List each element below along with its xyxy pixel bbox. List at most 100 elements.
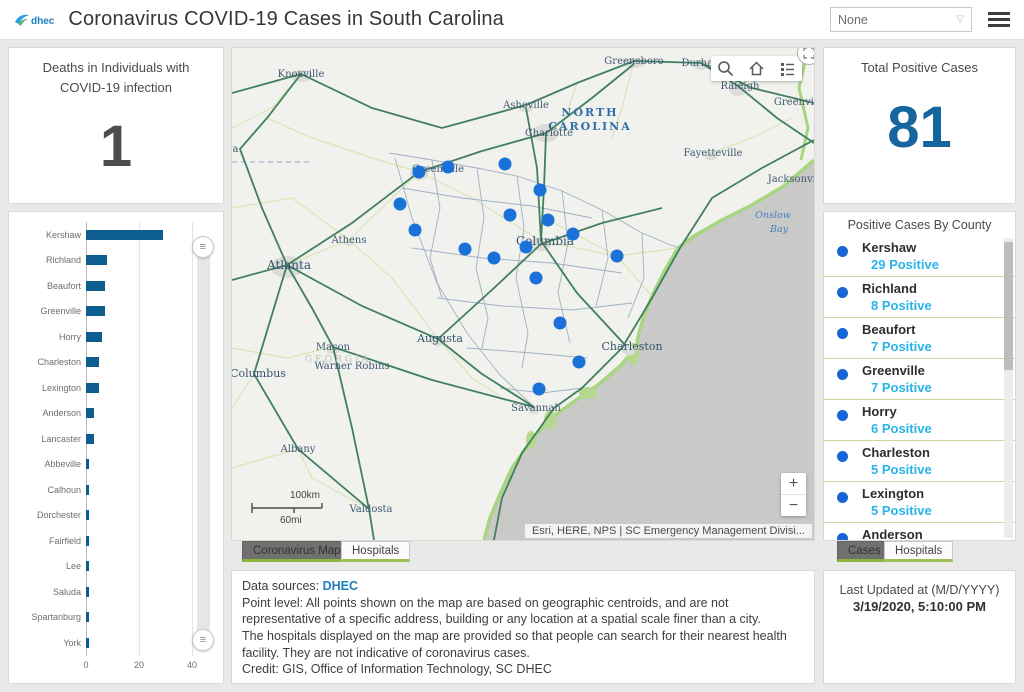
case-point[interactable] (554, 317, 567, 330)
list-item[interactable]: Horry6 Positive (824, 400, 1015, 441)
last-updated-label: Last Updated at (M/D/YYYY) (824, 583, 1015, 597)
chart-bar-row[interactable]: York (13, 630, 219, 656)
county-positive-count: 5 Positive (862, 462, 1015, 477)
tab-coronavirus-map[interactable]: Coronavirus Map (242, 541, 352, 562)
map-canvas[interactable]: 100km 60mi KnoxvilleChattanoogaAsheville… (232, 48, 814, 540)
map-label: GEORGIA (305, 355, 371, 365)
map-label: Charleston (601, 340, 662, 353)
chart-bar-row[interactable]: Horry (13, 324, 219, 350)
map-label: Raleigh (721, 81, 760, 92)
chart-category-label: Calhoun (13, 485, 86, 495)
case-point[interactable] (520, 241, 533, 254)
chart-bar[interactable] (86, 561, 89, 571)
case-point[interactable] (413, 166, 426, 179)
dhec-link[interactable]: DHEC (323, 579, 358, 593)
case-point[interactable] (573, 356, 586, 369)
list-item[interactable]: Charleston 5 Positive (824, 441, 1015, 482)
chart-bar[interactable] (86, 536, 89, 546)
chart-bar[interactable] (86, 587, 89, 597)
tab-hospitals-list[interactable]: Hospitals (884, 541, 953, 562)
case-point[interactable] (611, 250, 624, 263)
chart-bar-row[interactable]: Lee (13, 554, 219, 580)
case-point[interactable] (530, 272, 543, 285)
tab-hospitals-map[interactable]: Hospitals (341, 541, 410, 562)
chart-bar[interactable] (86, 230, 163, 240)
chart-bar-row[interactable]: Lexington (13, 375, 219, 401)
chart-scrollbar[interactable]: ≡ ≡ (197, 238, 210, 649)
chart-slider-handle-top[interactable]: ≡ (192, 236, 214, 258)
list-item[interactable]: Richland8 Positive (824, 277, 1015, 318)
case-point[interactable] (533, 383, 546, 396)
chart-bar[interactable] (86, 434, 94, 444)
county-name: Lexington (862, 486, 1015, 501)
case-point[interactable] (394, 198, 407, 211)
map-label: Savannah (511, 403, 561, 414)
list-item[interactable]: Lexington5 Positive (824, 482, 1015, 523)
data-sources-text: Point level: All points shown on the map… (242, 595, 804, 628)
map-zoom-control: + − (781, 473, 806, 516)
chart-bar-row[interactable]: Richland (13, 248, 219, 274)
county-name: Charleston (862, 445, 1015, 460)
chart-bar[interactable] (86, 408, 94, 418)
category-selector[interactable]: None ▽ (830, 7, 972, 32)
chart-bar-row[interactable]: Fairfield (13, 528, 219, 554)
county-dot-icon (837, 328, 848, 339)
case-point[interactable] (409, 224, 422, 237)
list-item[interactable]: Anderson3 Positive (824, 523, 1015, 540)
case-point[interactable] (499, 158, 512, 171)
search-icon[interactable] (717, 60, 734, 77)
chart-bar[interactable] (86, 510, 89, 520)
zoom-in-button[interactable]: + (781, 473, 806, 495)
home-icon[interactable] (748, 60, 765, 77)
case-point[interactable] (488, 252, 501, 265)
case-point[interactable] (534, 184, 547, 197)
chart-bar[interactable] (86, 459, 89, 469)
chart-bar[interactable] (86, 255, 107, 265)
chart-bar-row[interactable]: Lancaster (13, 426, 219, 452)
legend-icon[interactable] (779, 60, 796, 77)
case-point[interactable] (459, 243, 472, 256)
county-list: Kershaw29 PositiveRichland8 PositiveBeau… (824, 236, 1015, 540)
chart-bar[interactable] (86, 383, 99, 393)
map-label: Bay (769, 224, 789, 235)
hamburger-menu-button[interactable] (988, 9, 1010, 31)
list-item[interactable]: Greenville7 Positive (824, 359, 1015, 400)
chart-category-label: Spartanburg (13, 612, 86, 622)
zoom-out-button[interactable]: − (781, 495, 806, 516)
chart-bar-row[interactable]: Saluda (13, 579, 219, 605)
chart-bar-row[interactable]: Dorchester (13, 503, 219, 529)
chart-bar-row[interactable]: Kershaw (13, 222, 219, 248)
list-item[interactable]: Beaufort7 Positive (824, 318, 1015, 359)
chart-bar-row[interactable]: Spartanburg (13, 605, 219, 631)
chart-bar[interactable] (86, 357, 99, 367)
map-label: Atlanta (266, 258, 311, 272)
chart-bar[interactable] (86, 638, 89, 648)
chart-bar-row[interactable]: Anderson (13, 401, 219, 427)
chart-bar[interactable] (86, 306, 105, 316)
case-point[interactable] (567, 228, 580, 241)
county-list-scrollbar[interactable] (1004, 238, 1013, 538)
chart-bar[interactable] (86, 281, 105, 291)
county-name: Kershaw (862, 240, 1015, 255)
map-label: Athens (331, 235, 367, 246)
case-point[interactable] (542, 214, 555, 227)
chart-category-label: Fairfield (13, 536, 86, 546)
chart-bar[interactable] (86, 612, 89, 622)
county-dot-icon (837, 369, 848, 380)
map-label: CAROLINA (548, 120, 631, 133)
chart-slider-handle-bottom[interactable]: ≡ (192, 629, 214, 651)
county-list-scrollbar-thumb[interactable] (1004, 242, 1013, 370)
county-name: Greenville (862, 363, 1015, 378)
chart-bar[interactable] (86, 485, 89, 495)
chart-bar-row[interactable]: Calhoun (13, 477, 219, 503)
chart-bar-row[interactable]: Beaufort (13, 273, 219, 299)
case-point[interactable] (504, 209, 517, 222)
data-sources-text: The hospitals displayed on the map are p… (242, 628, 804, 661)
chart-bar-row[interactable]: Charleston (13, 350, 219, 376)
case-point[interactable] (442, 161, 455, 174)
chart-category-label: Richland (13, 255, 86, 265)
list-item[interactable]: Kershaw29 Positive (824, 236, 1015, 277)
chart-bar[interactable] (86, 332, 102, 342)
chart-bar-row[interactable]: Greenville (13, 299, 219, 325)
chart-bar-row[interactable]: Abbeville (13, 452, 219, 478)
